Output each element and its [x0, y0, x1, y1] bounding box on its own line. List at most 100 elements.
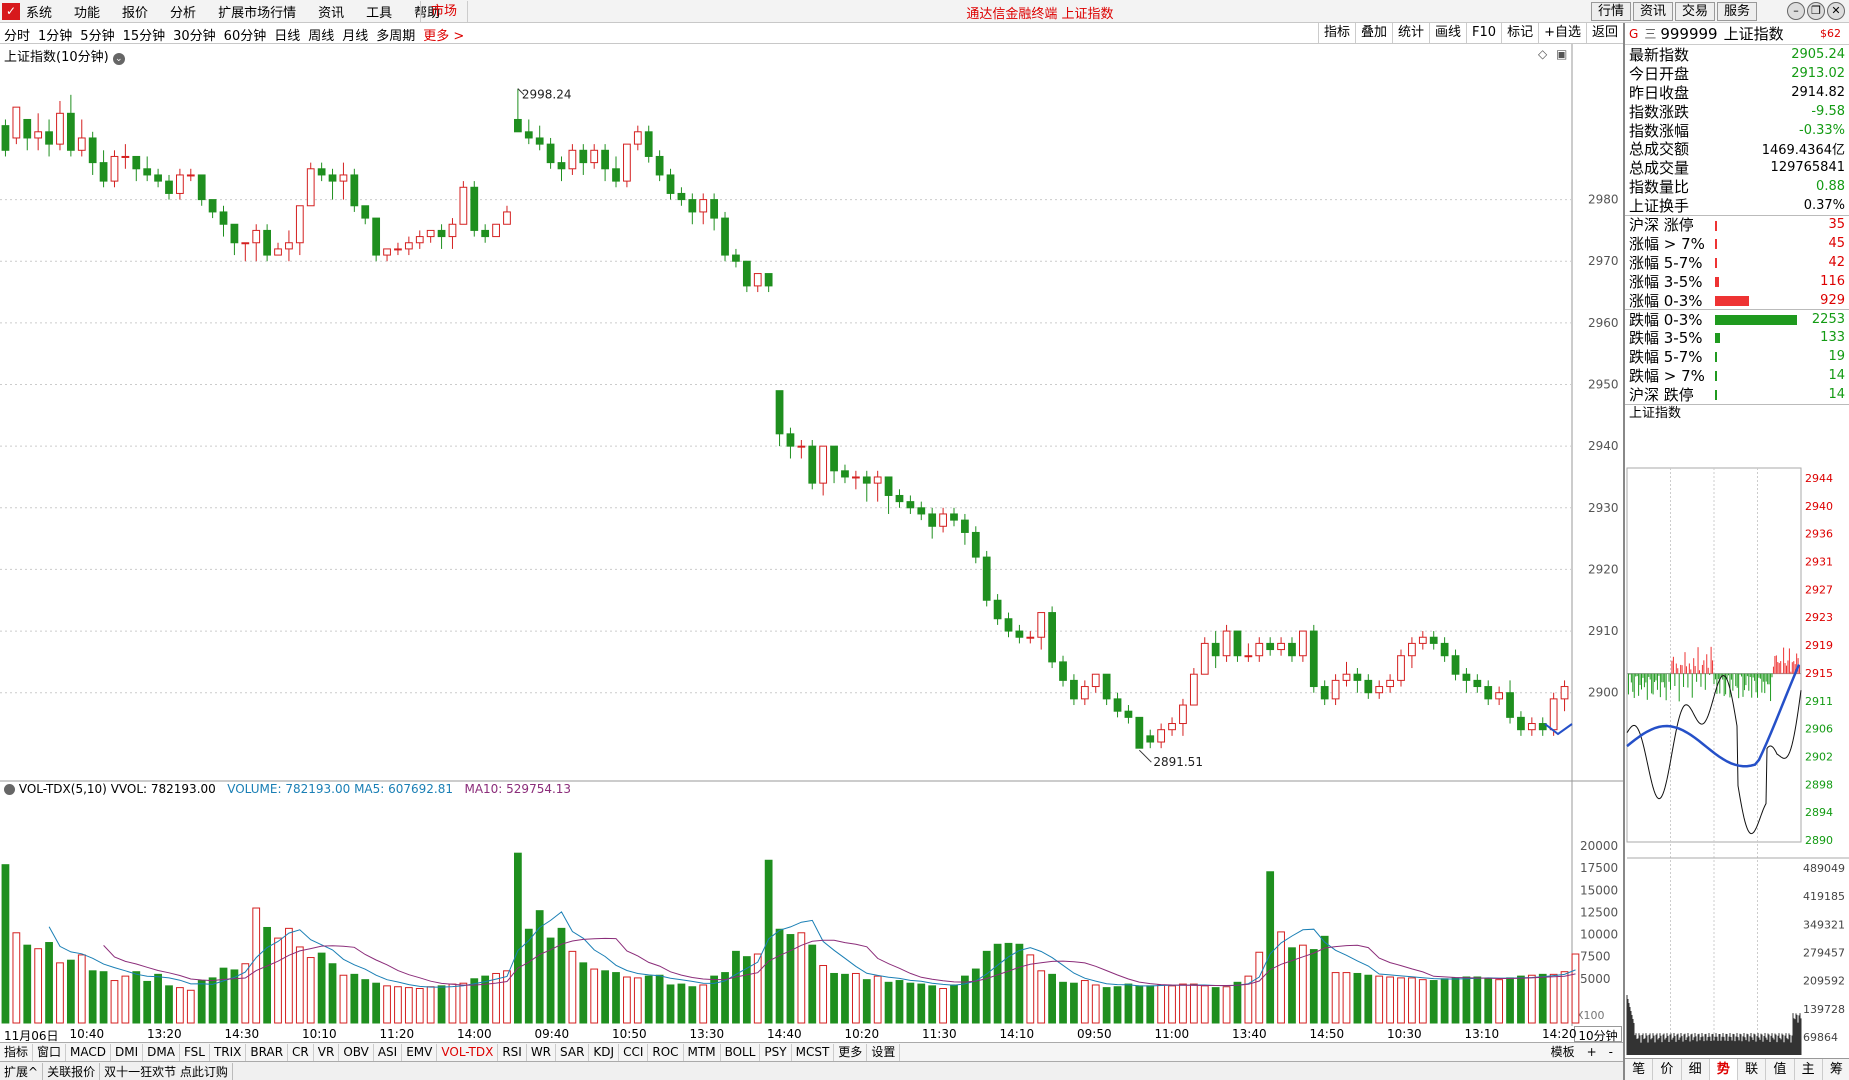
menu-item-2[interactable]: 报价 [122, 2, 148, 21]
menu-item-5[interactable]: 资讯 [318, 2, 344, 21]
quote-tab-2[interactable]: 细 [1682, 1059, 1710, 1080]
breadth-down-row: 跌幅 > 7% 14 [1625, 366, 1849, 385]
candle-body [1233, 630, 1242, 657]
volume-bar [23, 944, 32, 1024]
period-1[interactable]: 1分钟 [38, 25, 72, 44]
indicator-tab-5[interactable]: FSL [180, 1043, 210, 1061]
candle [1070, 674, 1078, 706]
indicator-tab-13[interactable]: VOL-TDX [437, 1043, 499, 1061]
indicator-tab-9[interactable]: VR [314, 1043, 340, 1061]
indicator-tab-24[interactable]: 更多 [834, 1043, 868, 1061]
candle [437, 224, 446, 249]
menu-item-0[interactable]: 系统 [26, 2, 52, 21]
tool-1[interactable]: 叠加 [1354, 23, 1392, 43]
quote-tab-3[interactable]: 势 [1709, 1059, 1738, 1080]
indicator-tab-19[interactable]: ROC [648, 1043, 684, 1061]
indicator-tab-25[interactable]: 设置 [867, 1043, 901, 1061]
indicator-tab-0[interactable]: 指标 [0, 1043, 34, 1061]
indicator-tab-23[interactable]: MCST [792, 1043, 835, 1061]
app-logo-icon[interactable]: ✓ [2, 3, 20, 20]
mini-avg-line [1626, 664, 1801, 768]
diamond-icon[interactable]: ◇ [1538, 47, 1548, 61]
close-icon[interactable]: ✕ [1827, 2, 1845, 20]
candle [285, 230, 293, 262]
volume-bar [154, 973, 162, 1024]
kline-chart[interactable]: 2980 2970 2960 2950 2940 2930 2920 2910 2900 2998… [0, 44, 1623, 1026]
menu-icon[interactable]: 三 [1644, 25, 1656, 42]
indicator-control-0[interactable]: 模板 [1545, 1044, 1581, 1061]
quote-tab-5[interactable]: 值 [1766, 1059, 1795, 1080]
indicator-control-2[interactable]: - [1603, 1044, 1619, 1061]
period-4[interactable]: 30分钟 [173, 25, 216, 44]
tool-5[interactable]: 标记 [1501, 23, 1538, 43]
volume-bar [99, 971, 108, 1024]
candle-body [252, 229, 261, 244]
menu-item-4[interactable]: 扩展市场行情 [218, 2, 296, 21]
period-3[interactable]: 15分钟 [123, 25, 166, 44]
quote-tab-4[interactable]: 联 [1738, 1059, 1767, 1080]
period-8[interactable]: 月线 [342, 25, 368, 44]
candle-body [514, 118, 522, 133]
menu-item-6[interactable]: 工具 [366, 2, 392, 21]
indicator-tab-16[interactable]: SAR [556, 1043, 590, 1061]
indicator-tab-11[interactable]: ASI [374, 1043, 403, 1061]
period-0[interactable]: 分时 [4, 25, 30, 44]
indicator-tab-2[interactable]: MACD [66, 1043, 112, 1061]
indicator-tab-14[interactable]: RSI [498, 1043, 527, 1061]
tool-3[interactable]: 画线 [1429, 23, 1466, 43]
time-axis-label: 11:00 [1154, 1027, 1190, 1041]
tool-0[interactable]: 指标 [1317, 23, 1355, 43]
indicator-tab-10[interactable]: OBV [339, 1043, 374, 1061]
indicator-tab-6[interactable]: TRIX [210, 1043, 247, 1061]
tool-6[interactable]: +自选 [1538, 23, 1586, 43]
indicator-tab-8[interactable]: CR [288, 1043, 314, 1061]
volume-bar [1048, 973, 1056, 1024]
indicator-tab-1[interactable]: 窗口 [33, 1043, 67, 1061]
indicator-tab-3[interactable]: DMI [111, 1043, 144, 1061]
top-button-0[interactable]: 行情 [1590, 2, 1631, 21]
candle [993, 594, 1002, 625]
indicator-tab-15[interactable]: WR [527, 1043, 557, 1061]
menu-item-3[interactable]: 分析 [170, 2, 196, 21]
candle-body [503, 211, 511, 225]
indicator-control-1[interactable]: + [1581, 1044, 1603, 1061]
top-button-1[interactable]: 资讯 [1632, 2, 1673, 21]
period-6[interactable]: 日线 [274, 25, 300, 44]
period-7[interactable]: 周线 [308, 25, 334, 44]
quote-tab-7[interactable]: 筹 [1823, 1059, 1849, 1080]
indicator-tab-22[interactable]: PSY [760, 1043, 792, 1061]
indicator-tab-17[interactable]: KDJ [589, 1043, 620, 1061]
indicator-tab-20[interactable]: MTM [684, 1043, 721, 1061]
indicator-tab-12[interactable]: EMV [402, 1043, 438, 1061]
market-tab[interactable]: 市场 [420, 1, 469, 22]
status-item-1[interactable]: 关联报价 [43, 1062, 101, 1080]
collapse-icon[interactable] [4, 784, 15, 795]
tool-7[interactable]: 返回 [1585, 23, 1623, 43]
period-5[interactable]: 60分钟 [224, 25, 267, 44]
quote-tab-1[interactable]: 价 [1653, 1059, 1682, 1080]
indicator-tab-18[interactable]: CCI [619, 1043, 649, 1061]
tool-4[interactable]: F10 [1466, 23, 1501, 43]
minimize-icon[interactable]: – [1787, 2, 1805, 20]
indicator-tab-7[interactable]: BRAR [246, 1043, 289, 1061]
indicator-tab-4[interactable]: DMA [143, 1043, 180, 1061]
indicator-tab-21[interactable]: BOLL [721, 1043, 761, 1061]
panel-icon[interactable]: ▣ [1556, 47, 1567, 61]
period-indicator[interactable]: 10分钟 [1574, 1026, 1622, 1043]
quote-tab-0[interactable]: 笔 [1625, 1059, 1654, 1080]
candle [742, 260, 751, 293]
quote-tab-6[interactable]: 主 [1795, 1059, 1823, 1080]
candle-body [481, 229, 490, 238]
candle-body [753, 273, 762, 287]
top-button-3[interactable]: 服务 [1716, 2, 1757, 21]
period-2[interactable]: 5分钟 [80, 25, 114, 44]
restore-icon[interactable]: ❐ [1807, 2, 1825, 20]
tool-2[interactable]: 统计 [1392, 23, 1429, 43]
more-periods-button[interactable]: 更多 > [423, 25, 464, 44]
status-item-2[interactable]: 双十一狂欢节 点此订购 [100, 1062, 233, 1080]
candle-body [1451, 655, 1460, 675]
menu-item-1[interactable]: 功能 [74, 2, 100, 21]
period-9[interactable]: 多周期 [376, 25, 415, 44]
status-item-0[interactable]: 扩展^ [0, 1062, 44, 1080]
top-button-2[interactable]: 交易 [1674, 2, 1715, 21]
